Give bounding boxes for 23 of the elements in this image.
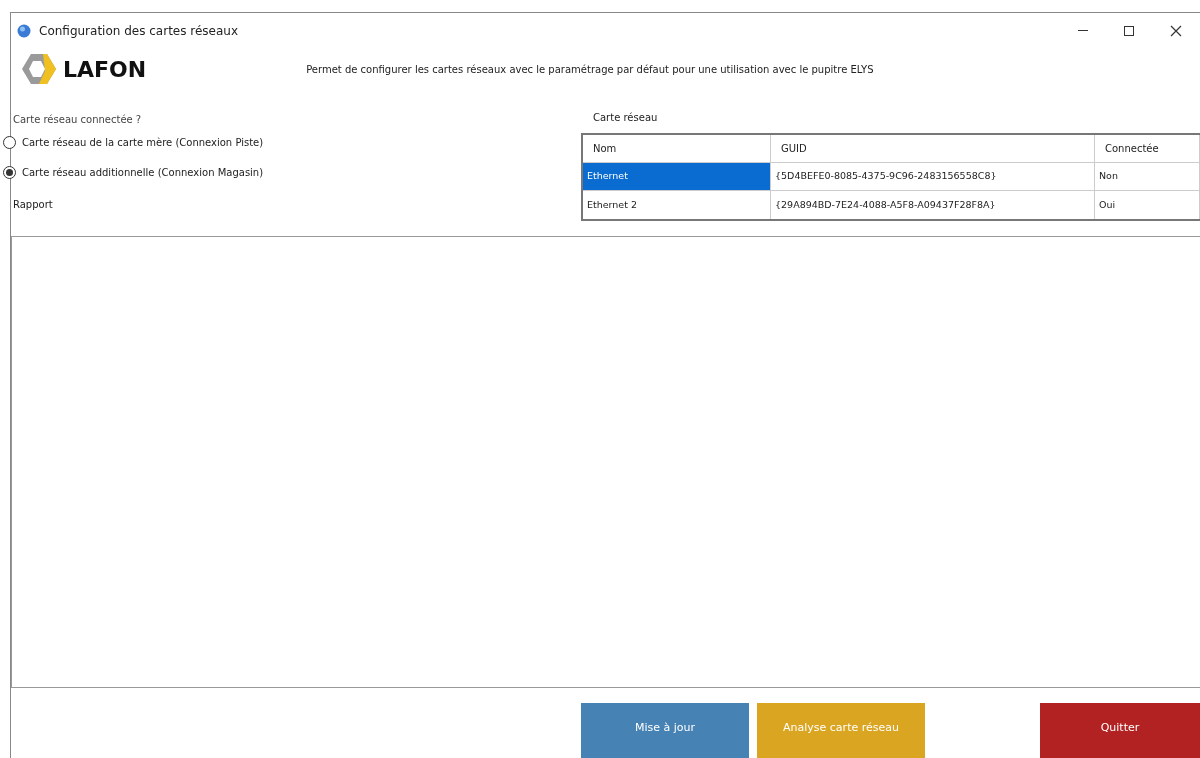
close-icon[interactable] — [1170, 24, 1182, 37]
globe-icon — [17, 23, 31, 38]
action-button[interactable]: Mise à jour — [581, 703, 749, 758]
radio-label: Carte réseau additionnelle (Connexion Magasin) — [22, 165, 264, 180]
window-title: Configuration des cartes réseaux — [39, 22, 239, 40]
table-cell[interactable]: {5D4BEFE0-8085-4375-9C96-2483156558C8} — [771, 163, 1095, 190]
radio-button[interactable] — [3, 165, 16, 179]
table-cell[interactable]: {29A894BD-7E24-4088-A5F8-A09437F28F8A} — [771, 191, 1095, 219]
action-button[interactable]: Quitter — [1040, 703, 1200, 758]
table-label: Carte réseau — [593, 111, 659, 125]
radio-label: Carte réseau de la carte mère (Connexion Piste) — [22, 135, 264, 150]
column-header[interactable]: Connectée — [1095, 135, 1200, 162]
table-cell[interactable]: Ethernet — [583, 163, 771, 190]
table-cell[interactable]: Non — [1095, 163, 1200, 190]
description-text: Permet de configurer les cartes réseaux avec le paramétrage par défaut pour une utilisation avec le pupitre ELYS — [306, 62, 874, 77]
table-cell[interactable]: Ethernet 2 — [583, 191, 771, 219]
logo-text: LAFON — [63, 55, 147, 84]
column-header[interactable]: GUID — [771, 135, 1095, 162]
column-header[interactable]: Nom — [583, 135, 771, 162]
connection-label: Carte réseau connectée ? — [13, 113, 143, 127]
report-label: Rapport — [13, 198, 54, 212]
table-cell[interactable]: Oui — [1095, 191, 1200, 219]
radio-button[interactable] — [3, 135, 16, 149]
